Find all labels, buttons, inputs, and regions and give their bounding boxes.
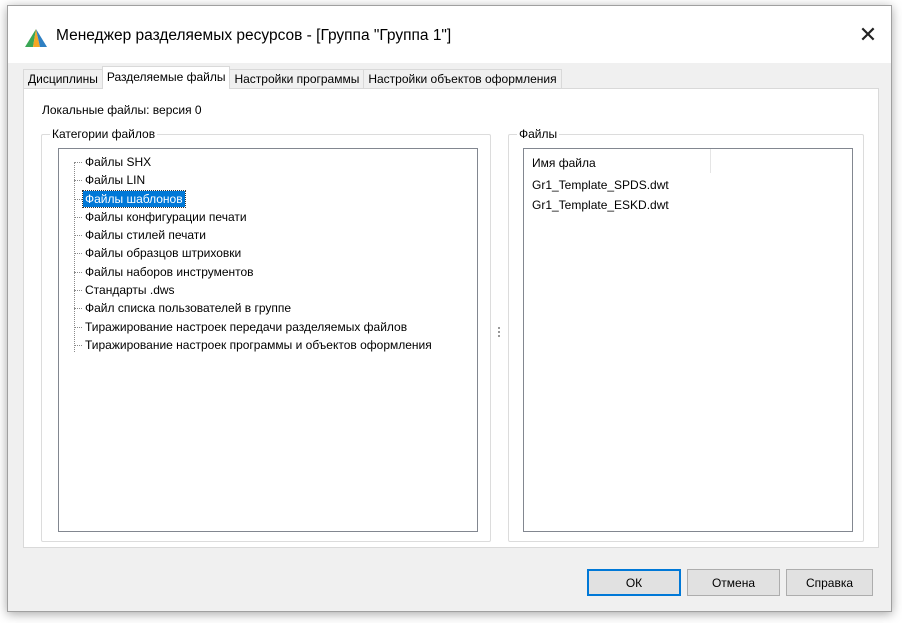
app-logo-icon	[25, 29, 47, 47]
window-title: Менеджер разделяемых ресурсов - [Группа …	[56, 27, 452, 44]
file-categories-title: Категории файлов	[50, 127, 158, 141]
tab-program-settings[interactable]: Настройки программы	[229, 69, 365, 89]
files-title: Файлы	[517, 127, 560, 141]
tree-item-dws-standards[interactable]: Стандарты .dws	[69, 281, 434, 299]
file-row[interactable]: Gr1_Template_ESKD.dwt	[532, 198, 669, 212]
tree-item-shx-files[interactable]: Файлы SHX	[69, 153, 434, 171]
tree-item-hatch-pattern-files[interactable]: Файлы образцов штриховки	[69, 244, 434, 262]
close-icon: ✕	[858, 21, 878, 47]
files-group: Файлы Имя файла Gr1_Template_SPDS.dwt Gr…	[508, 127, 864, 542]
ok-button[interactable]: ОК	[587, 569, 681, 596]
help-button[interactable]: Справка	[786, 569, 873, 596]
shared-files-panel: Локальные файлы: версия 0 Категории файл…	[23, 88, 879, 548]
tab-design-object-settings[interactable]: Настройки объектов оформления	[363, 69, 562, 89]
tab-disciplines[interactable]: Дисциплины	[23, 69, 103, 89]
dialog-window: Менеджер разделяемых ресурсов - [Группа …	[7, 5, 892, 612]
file-categories-tree[interactable]: Файлы SHX Файлы LIN Файлы шаблонов Файлы…	[58, 148, 478, 532]
tree-item-plot-config-files[interactable]: Файлы конфигурации печати	[69, 208, 434, 226]
tree-item-tool-palette-files[interactable]: Файлы наборов инструментов	[69, 263, 434, 281]
file-categories-group: Категории файлов Файлы SHX Файлы LIN Фай…	[41, 127, 491, 542]
tree-item-lin-files[interactable]: Файлы LIN	[69, 171, 434, 189]
tree-item-replicate-transfer-settings[interactable]: Тиражирование настроек передачи разделяе…	[69, 318, 434, 336]
column-header-file-name[interactable]: Имя файла	[524, 149, 711, 173]
tree-item-replicate-program-settings[interactable]: Тиражирование настроек программы и объек…	[69, 336, 434, 354]
cancel-button[interactable]: Отмена	[687, 569, 780, 596]
tree-item-group-user-list[interactable]: Файл списка пользователей в группе	[69, 299, 434, 317]
close-button[interactable]: ✕	[845, 6, 891, 63]
tree-item-plot-style-files[interactable]: Файлы стилей печати	[69, 226, 434, 244]
tab-shared-files[interactable]: Разделяемые файлы	[101, 66, 231, 89]
tab-strip: Дисциплины Разделяемые файлы Настройки п…	[23, 66, 562, 89]
files-list[interactable]: Имя файла Gr1_Template_SPDS.dwt Gr1_Temp…	[523, 148, 853, 532]
local-files-version-label: Локальные файлы: версия 0	[42, 103, 202, 117]
tree-item-template-files[interactable]: Файлы шаблонов	[69, 189, 434, 208]
title-bar: Менеджер разделяемых ресурсов - [Группа …	[8, 6, 891, 63]
file-row[interactable]: Gr1_Template_SPDS.dwt	[532, 178, 669, 192]
panel-splitter-handle[interactable]	[498, 327, 501, 341]
